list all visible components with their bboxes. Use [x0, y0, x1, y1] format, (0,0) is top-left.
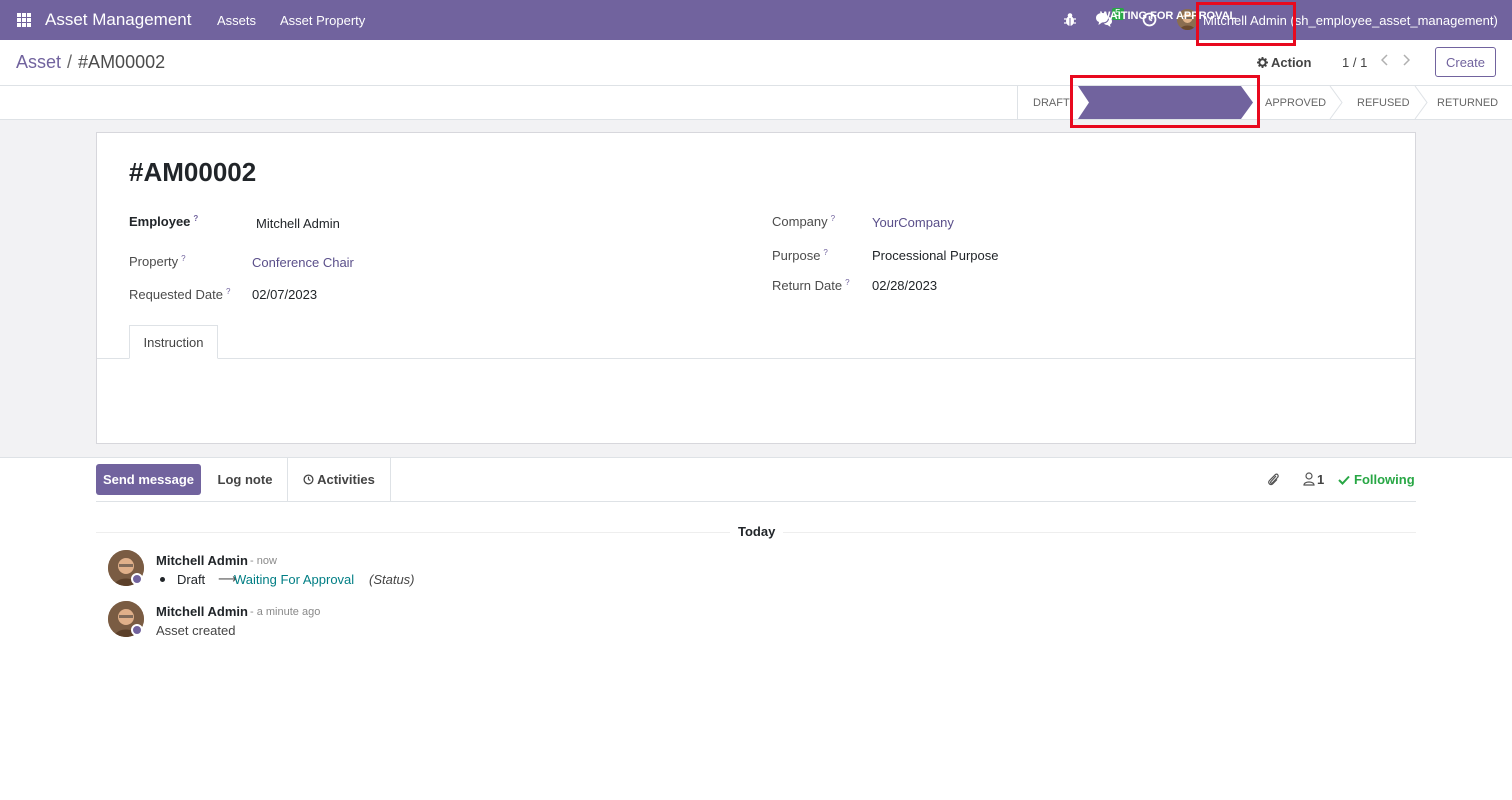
send-message-button[interactable]: Send message — [96, 464, 201, 495]
app-name[interactable]: Asset Management — [45, 10, 191, 30]
stage-refused[interactable]: REFUSED — [1357, 96, 1410, 110]
message-time: - a minute ago — [250, 606, 321, 618]
property-field[interactable]: Conference Chair — [252, 255, 354, 270]
company-field[interactable]: YourCompany — [872, 215, 954, 230]
online-status-dot — [131, 573, 143, 585]
message-time: - now — [250, 555, 277, 567]
message-body: Asset created — [156, 623, 236, 638]
tracking-new-value: Waiting For Approval — [234, 572, 355, 587]
tracking-bullet — [160, 577, 165, 582]
pager-value[interactable]: 1 / 1 — [1342, 55, 1367, 70]
record-title: #AM00002 — [129, 157, 257, 187]
highlight-box-user — [1196, 2, 1296, 46]
paperclip-icon[interactable] — [1266, 471, 1280, 487]
stage-draft[interactable]: DRAFT — [1033, 96, 1070, 110]
help-icon[interactable]: ? — [193, 214, 198, 223]
gear-icon — [1257, 57, 1268, 68]
activities-label: Activities — [317, 472, 375, 487]
purpose-field[interactable]: Processional Purpose — [872, 248, 998, 263]
help-icon[interactable]: ? — [845, 278, 849, 287]
employee-label: Employee? — [129, 214, 198, 229]
clock-icon — [303, 474, 314, 485]
following-label: Following — [1354, 472, 1415, 487]
menu-assets[interactable]: Assets — [217, 13, 256, 28]
employee-label-text: Employee — [129, 214, 191, 229]
followers-count[interactable]: 1 — [1317, 472, 1324, 487]
pager-previous-icon[interactable] — [1381, 54, 1389, 66]
requested-date-label-text: Requested Date — [129, 287, 223, 302]
log-note-button[interactable]: Log note — [203, 458, 287, 501]
message-author[interactable]: Mitchell Admin — [156, 604, 248, 619]
online-status-dot — [131, 624, 143, 636]
stage-returned[interactable]: RETURNED — [1437, 96, 1498, 110]
requested-date-field[interactable]: 02/07/2023 — [252, 287, 317, 302]
action-button[interactable]: Action — [1257, 55, 1311, 70]
chatter-toolbar-divider — [96, 501, 1416, 502]
breadcrumb-current: #AM00002 — [78, 52, 166, 72]
followers-icon[interactable] — [1303, 472, 1315, 486]
message-author[interactable]: Mitchell Admin — [156, 553, 248, 568]
date-separator: Today — [730, 524, 784, 539]
menu-asset-property[interactable]: Asset Property — [280, 13, 365, 28]
requested-date-label: Requested Date? — [129, 287, 230, 302]
check-icon — [1338, 475, 1350, 485]
help-icon[interactable]: ? — [831, 214, 835, 223]
breadcrumb-separator: / — [67, 52, 73, 72]
breadcrumb: Asset / #AM00002 — [16, 52, 165, 73]
apps-menu-icon[interactable] — [17, 13, 31, 27]
employee-field[interactable]: Mitchell Admin — [256, 216, 340, 231]
purpose-label: Purpose? — [772, 248, 828, 263]
help-icon[interactable]: ? — [181, 254, 185, 263]
tab-instruction[interactable]: Instruction — [129, 325, 218, 359]
breadcrumb-parent[interactable]: Asset — [16, 52, 61, 72]
company-label-text: Company — [772, 214, 828, 229]
stage-approved[interactable]: APPROVED — [1265, 96, 1326, 110]
return-date-label-text: Return Date — [772, 278, 843, 293]
tab-underline — [97, 358, 1415, 359]
tracking-old-value: Draft — [177, 572, 206, 587]
tracking-field-name: (Status) — [369, 572, 415, 587]
help-icon[interactable]: ? — [226, 287, 230, 296]
property-label: Property? — [129, 254, 186, 269]
create-button[interactable]: Create — [1435, 47, 1496, 77]
return-date-label: Return Date? — [772, 278, 850, 293]
return-date-field[interactable]: 02/28/2023 — [872, 278, 937, 293]
activities-button[interactable]: Activities — [287, 458, 391, 501]
property-label-text: Property — [129, 254, 179, 269]
purpose-label-text: Purpose — [772, 248, 821, 263]
action-label: Action — [1271, 55, 1312, 70]
debug-icon[interactable] — [1063, 12, 1077, 28]
company-label: Company? — [772, 214, 835, 229]
highlight-box-status — [1070, 75, 1260, 128]
following-button[interactable]: Following — [1338, 472, 1415, 487]
help-icon[interactable]: ? — [823, 248, 827, 257]
control-panel: Asset / #AM00002 Action 1 / 1 Create — [0, 40, 1512, 86]
pager-next-icon[interactable] — [1402, 54, 1410, 66]
